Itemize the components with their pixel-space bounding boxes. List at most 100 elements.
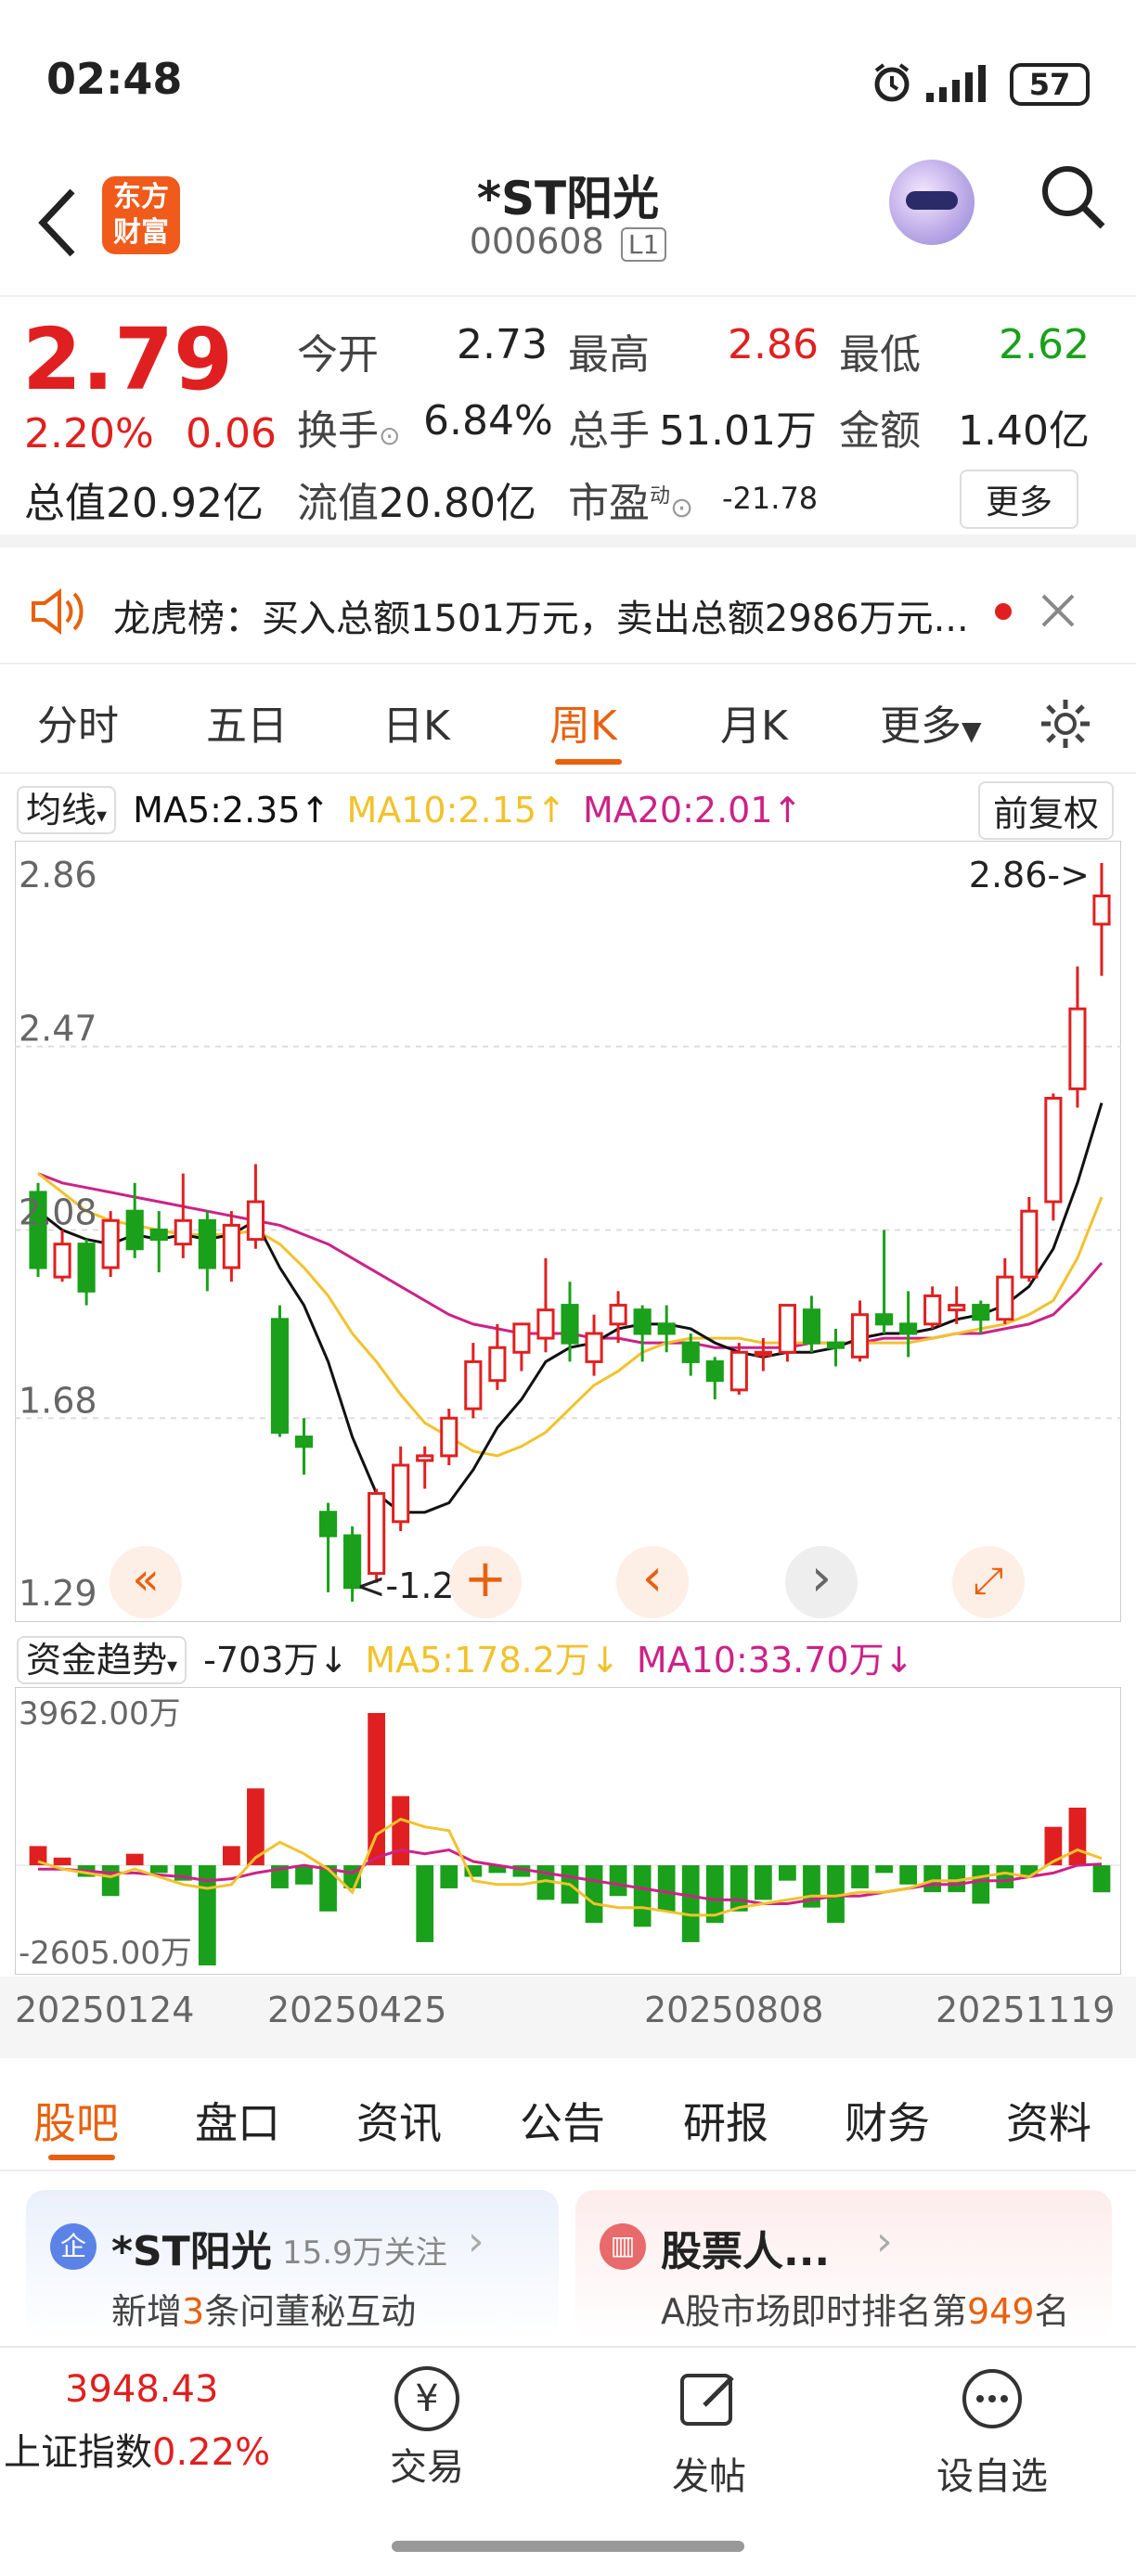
candle-body: [972, 1304, 990, 1321]
pe-info-icon[interactable]: ⊙: [670, 492, 693, 524]
home-indicator: [392, 2541, 744, 2552]
trade-icon: ¥: [394, 2366, 459, 2431]
tab-forum[interactable]: 股吧: [33, 2090, 119, 2151]
candle-body: [77, 1243, 96, 1293]
caret-down-icon: ▾: [167, 1655, 178, 1678]
fullscreen-button[interactable]: ⤢: [952, 1546, 1025, 1618]
date-tick: 20251119: [936, 1990, 1116, 2030]
level-badge: L1: [620, 227, 667, 262]
tab-intraday[interactable]: 分时: [37, 692, 119, 752]
tab-monthly-k[interactable]: 月K: [720, 692, 788, 752]
flow-bar: [440, 1865, 458, 1888]
flow-bar: [657, 1865, 676, 1912]
low-value: 2.62: [999, 321, 1090, 368]
ma20-value: MA20:2.01: [582, 790, 773, 831]
tab-more: 更多▼: [880, 692, 982, 752]
flow-bar: [223, 1846, 240, 1866]
candle-body: [705, 1359, 724, 1383]
open-value: 2.73: [457, 321, 548, 368]
y-axis-label: 2.86: [19, 855, 97, 895]
zoom-in-button[interactable]: +: [449, 1546, 522, 1618]
quote-panel: 2.79 2.20% 0.06 总值20.92亿 今开 2.73 最高 2.86…: [0, 299, 1136, 547]
scroll-right-button[interactable]: ›: [785, 1546, 858, 1618]
tab-weekly-k[interactable]: 周K: [549, 692, 617, 752]
forum-card[interactable]: 企 *ST阳光 15.9万关注 › 新增3条问董秘互动: [26, 2190, 559, 2338]
tab-daily-k[interactable]: 日K: [382, 692, 450, 752]
flow-bar: [416, 1865, 434, 1942]
candle-body: [681, 1341, 700, 1363]
flow-bar: [996, 1865, 1014, 1888]
tab-finance[interactable]: 财务: [845, 2090, 930, 2151]
candle-body: [392, 1463, 410, 1524]
candle-body: [802, 1308, 821, 1345]
card-subtitle: 新增3条问董秘互动: [111, 2283, 416, 2334]
chart-period-tabs: 分时 五日 日K 周K 月K 更多▼: [0, 666, 1136, 774]
assistant-avatar[interactable]: [889, 160, 975, 245]
open-label: 今开: [297, 331, 379, 379]
date-axis: 20250124 20250425 20250808 20251119: [0, 1977, 1136, 2058]
notice-text: 龙虎榜：买入总额1501万元，卖出总额2986万元...: [113, 598, 967, 640]
battery-level: 57: [1028, 67, 1071, 102]
add-watchlist-button[interactable]: 设自选: [932, 2366, 1052, 2500]
tab-announcements[interactable]: 公告: [520, 2090, 605, 2151]
flow-indicator-selector[interactable]: 资金趋势▾: [17, 1636, 187, 1684]
ma5-value: MA5:2.35: [133, 790, 301, 831]
card-text: 条问董秘互动: [204, 2291, 417, 2332]
pe-label: 市盈: [568, 480, 650, 527]
battery-icon: 57: [1010, 63, 1090, 106]
stock-code: 000608: [469, 221, 604, 262]
candle-body: [996, 1275, 1014, 1321]
candle-body: [512, 1322, 531, 1354]
turnover-label: 换手: [297, 407, 379, 455]
price-adjust-button[interactable]: 前复权: [978, 781, 1115, 840]
info-tabs: 股吧 盘口 资讯 公告 研报 财务 资料: [0, 2060, 1136, 2171]
capital-flow-chart[interactable]: 3962.00万 -2605.00万: [15, 1687, 1121, 1975]
tab-order-book[interactable]: 盘口: [195, 2090, 280, 2151]
y-axis-label: 1.68: [19, 1380, 97, 1421]
post-label: 发帖: [672, 2455, 746, 2498]
more-quote-button[interactable]: 更多: [960, 470, 1079, 529]
ma10-legend: MA10:2.15↑: [346, 790, 566, 831]
flow-ma5-value: MA5:178.2万: [365, 1640, 590, 1681]
candle-body: [536, 1308, 555, 1340]
alarm-icon: [874, 63, 910, 102]
candle-body: [561, 1304, 579, 1345]
info-dots-icon[interactable]: ⊙: [379, 420, 400, 451]
amount-value: 1.40亿: [958, 407, 1090, 455]
close-icon[interactable]: [1041, 594, 1075, 627]
candle-body: [125, 1209, 144, 1251]
float-value: 20.80亿: [379, 480, 536, 527]
scroll-left-fast-button[interactable]: «: [110, 1546, 182, 1618]
post-button[interactable]: 发帖: [663, 2366, 755, 2500]
card-subtitle: A股市场即时排名第949名: [661, 2283, 1070, 2334]
followers-count: 15.9万关注: [282, 2235, 447, 2272]
candle-body: [464, 1359, 483, 1410]
candle-body: [222, 1223, 240, 1269]
settings-gear-icon[interactable]: [1038, 696, 1093, 752]
scroll-left-button[interactable]: ‹: [616, 1546, 689, 1618]
candle-body: [294, 1436, 314, 1449]
candle-body: [657, 1322, 676, 1335]
tab-profile[interactable]: 资料: [1006, 2090, 1091, 2151]
indicator-selector[interactable]: 均线▾: [17, 786, 117, 834]
candle-body: [101, 1218, 120, 1269]
tab-research[interactable]: 研报: [683, 2090, 768, 2151]
clock: 02:48: [46, 54, 183, 104]
kline-chart[interactable]: 2.862.472.081.681.29 2.86-> <-1.29: [15, 841, 1121, 1622]
high-label: 最高: [568, 331, 650, 379]
expand-icon: ⤢: [974, 1560, 1003, 1603]
tab-five-day[interactable]: 五日: [206, 692, 288, 752]
watchlist-label: 设自选: [936, 2455, 1048, 2498]
trade-button[interactable]: ¥ 交易: [381, 2366, 473, 2491]
tab-news[interactable]: 资讯: [356, 2090, 442, 2151]
status-bar: 02:48 57: [0, 0, 1136, 148]
search-icon[interactable]: [1038, 161, 1108, 232]
candle-body: [948, 1304, 966, 1312]
index-value[interactable]: 3948.43: [65, 2368, 218, 2411]
notice-bar[interactable]: 龙虎榜：买入总额1501万元，卖出总额2986万元...: [0, 560, 1136, 664]
flow-top-label: 3962.00万: [19, 1695, 181, 1732]
date-tick: 20250124: [15, 1990, 195, 2030]
rank-card[interactable]: ▥ 股票人... › A股市场即时排名第949名: [575, 2190, 1112, 2338]
ma20-legend: MA20:2.01↑: [582, 790, 803, 831]
flow-bar: [972, 1865, 990, 1904]
